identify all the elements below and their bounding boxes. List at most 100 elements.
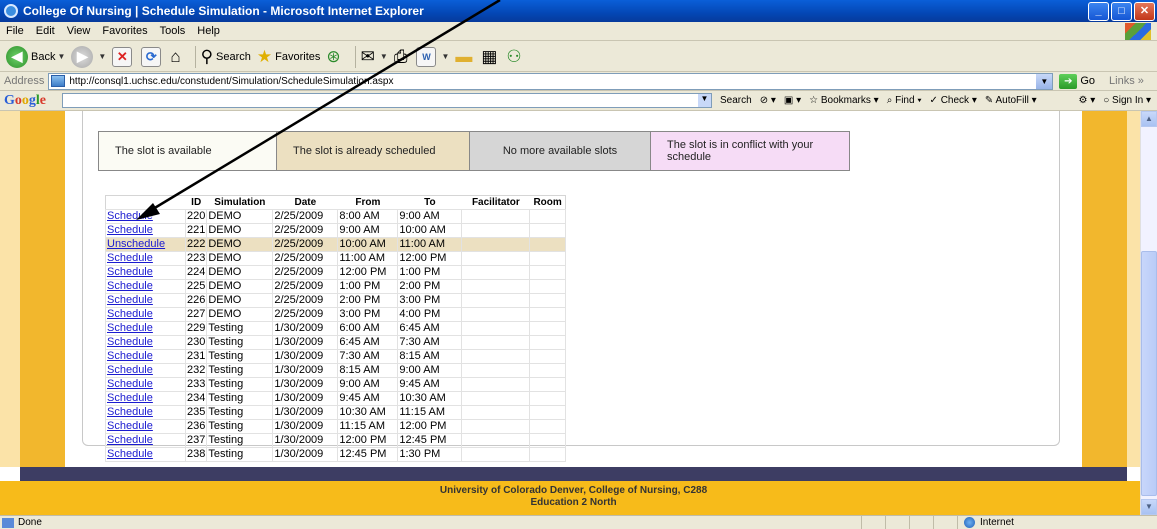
edit-button[interactable]: W ▼ xyxy=(416,45,449,69)
schedule-action-link[interactable]: Schedule xyxy=(105,223,186,238)
scrollbar-thumb[interactable] xyxy=(1141,251,1157,496)
bookmarks-button[interactable]: ☆ Bookmarks ▾ xyxy=(809,95,879,106)
folder-button[interactable]: ▬ xyxy=(455,45,475,69)
forward-button[interactable]: ▶ ▼ xyxy=(71,45,106,69)
close-button[interactable]: ✕ xyxy=(1134,1,1155,21)
links-button[interactable]: Links » xyxy=(1109,75,1144,87)
address-url[interactable]: http://consql1.uchsc.edu/constudent/Simu… xyxy=(69,76,1036,87)
schedule-action-link[interactable]: Schedule xyxy=(105,363,186,378)
slot-from: 10:00 AM xyxy=(337,237,399,252)
slot-facilitator xyxy=(461,279,531,294)
search-button[interactable]: ⚲ Search xyxy=(201,45,251,69)
menu-view[interactable]: View xyxy=(67,25,91,37)
research-button[interactable]: ▦ xyxy=(481,45,500,69)
back-button[interactable]: ◀ Back ▼ xyxy=(6,45,65,69)
slot-id: 221 xyxy=(184,223,208,238)
schedule-action-link[interactable]: Schedule xyxy=(105,391,186,406)
address-bar: Address http://consql1.uchsc.edu/constud… xyxy=(0,72,1157,91)
slot-to: 1:00 PM xyxy=(397,265,463,280)
status-text: Done xyxy=(18,517,42,528)
schedule-action-link[interactable]: Schedule xyxy=(105,307,186,322)
slot-id: 232 xyxy=(184,363,208,378)
scroll-up-icon[interactable]: ▲ xyxy=(1141,111,1157,127)
popup-blocker-icon[interactable]: ⊘ ▾ xyxy=(760,95,776,106)
schedule-action-link[interactable]: Schedule xyxy=(105,293,186,308)
simulation-name: Testing xyxy=(206,447,274,462)
schedule-action-link[interactable]: Schedule xyxy=(105,447,186,462)
schedule-action-link[interactable]: Schedule xyxy=(105,209,186,224)
simulation-name: DEMO xyxy=(206,279,274,294)
home-button[interactable]: ⌂ xyxy=(170,45,183,69)
slot-from: 2:00 PM xyxy=(337,293,399,308)
slot-room xyxy=(529,405,567,420)
schedule-action-link[interactable]: Schedule xyxy=(105,251,186,266)
slot-id: 227 xyxy=(184,307,208,322)
history-icon: ⊛ xyxy=(326,46,341,66)
google-toolbar: Google ▼ Search ⊘ ▾ ▣ ▾ ☆ Bookmarks ▾ ⌕ … xyxy=(0,91,1157,111)
schedule-action-link[interactable]: Schedule xyxy=(105,279,186,294)
find-button[interactable]: ⌕ Find ▾ xyxy=(887,95,922,106)
news-icon[interactable]: ▣ ▾ xyxy=(784,95,801,106)
slot-date: 1/30/2009 xyxy=(272,363,339,378)
mail-button[interactable]: ✉ ▼ xyxy=(361,45,388,69)
refresh-button[interactable]: ⟳ xyxy=(141,45,164,69)
page-content: The slot is available The slot is alread… xyxy=(0,111,1140,515)
table-row: Schedule 220 DEMO 2/25/2009 8:00 AM 9:00 AM xyxy=(105,209,567,224)
security-zone: Internet xyxy=(957,516,1157,529)
right-gold-band xyxy=(1082,111,1127,467)
chevron-down-icon: ▼ xyxy=(441,52,450,61)
scroll-down-icon[interactable]: ▼ xyxy=(1141,499,1157,515)
google-logo[interactable]: Google xyxy=(4,93,46,109)
footer-line-2: Education 2 North xyxy=(530,497,617,508)
minimize-button[interactable]: _ xyxy=(1088,1,1109,21)
messenger-button[interactable]: ⚇ xyxy=(506,45,524,69)
print-button[interactable]: ⎙ xyxy=(394,45,411,69)
menu-favorites[interactable]: Favorites xyxy=(102,25,147,37)
schedule-action-link[interactable]: Schedule xyxy=(105,265,186,280)
address-dropdown-button[interactable]: ▼ xyxy=(1036,73,1053,89)
schedule-action-link[interactable]: Schedule xyxy=(105,349,186,364)
vertical-scrollbar[interactable]: ▲ ▼ xyxy=(1140,111,1157,515)
wrench-icon[interactable]: ⚙ ▾ xyxy=(1078,95,1095,106)
zone-text: Internet xyxy=(980,517,1014,528)
autofill-button[interactable]: ✎ AutoFill ▾ xyxy=(985,95,1037,106)
sign-in-button[interactable]: ○ Sign In ▾ xyxy=(1103,95,1151,106)
schedule-action-link[interactable]: Schedule xyxy=(105,433,186,448)
slot-to: 12:00 PM xyxy=(397,251,463,266)
menu-tools[interactable]: Tools xyxy=(160,25,186,37)
google-search-button[interactable]: Search xyxy=(720,95,752,106)
windows-flag-icon xyxy=(1125,22,1151,40)
table-row: Schedule 230 Testing 1/30/2009 6:45 AM 7:30 A… xyxy=(105,335,567,350)
slot-facilitator xyxy=(461,433,531,448)
google-search-input[interactable]: ▼ xyxy=(62,93,712,108)
schedule-action-link[interactable]: Schedule xyxy=(105,335,186,350)
schedule-action-link[interactable]: Schedule xyxy=(105,321,186,336)
slot-to: 9:00 AM xyxy=(397,363,463,378)
spell-check-button[interactable]: ✓ Check ▾ xyxy=(930,95,977,106)
research-icon: ▦ xyxy=(481,46,498,66)
messenger-icon: ⚇ xyxy=(506,46,522,66)
schedule-action-link[interactable]: Schedule xyxy=(105,405,186,420)
schedule-action-link[interactable]: Schedule xyxy=(105,419,186,434)
slot-to: 4:00 PM xyxy=(397,307,463,322)
menu-edit[interactable]: Edit xyxy=(36,25,55,37)
status-cell xyxy=(933,516,957,529)
address-field[interactable]: http://consql1.uchsc.edu/constudent/Simu… xyxy=(48,72,1054,90)
go-arrow-icon: ➔ xyxy=(1059,73,1078,89)
history-button[interactable]: ⊛ xyxy=(326,45,343,69)
go-label: Go xyxy=(1080,75,1096,87)
menu-file[interactable]: File xyxy=(6,25,24,37)
stop-button[interactable]: ✕ xyxy=(112,45,135,69)
table-row: Schedule 231 Testing 1/30/2009 7:30 AM 8:15 A… xyxy=(105,349,567,364)
schedule-action-link[interactable]: Unschedule xyxy=(105,237,186,252)
maximize-button[interactable]: □ xyxy=(1111,1,1132,21)
favorites-button[interactable]: ★ Favorites xyxy=(257,45,321,69)
table-row: Schedule 223 DEMO 2/25/2009 11:00 AM 12:00 PM xyxy=(105,251,567,266)
folder-icon: ▬ xyxy=(455,46,473,66)
go-button[interactable]: ➔ Go xyxy=(1059,73,1096,89)
menu-help[interactable]: Help xyxy=(197,25,220,37)
schedule-action-link[interactable]: Schedule xyxy=(105,377,186,392)
slot-date: 2/25/2009 xyxy=(272,279,339,294)
chevron-down-icon[interactable]: ▼ xyxy=(698,94,711,107)
slot-from: 6:00 AM xyxy=(337,321,399,336)
